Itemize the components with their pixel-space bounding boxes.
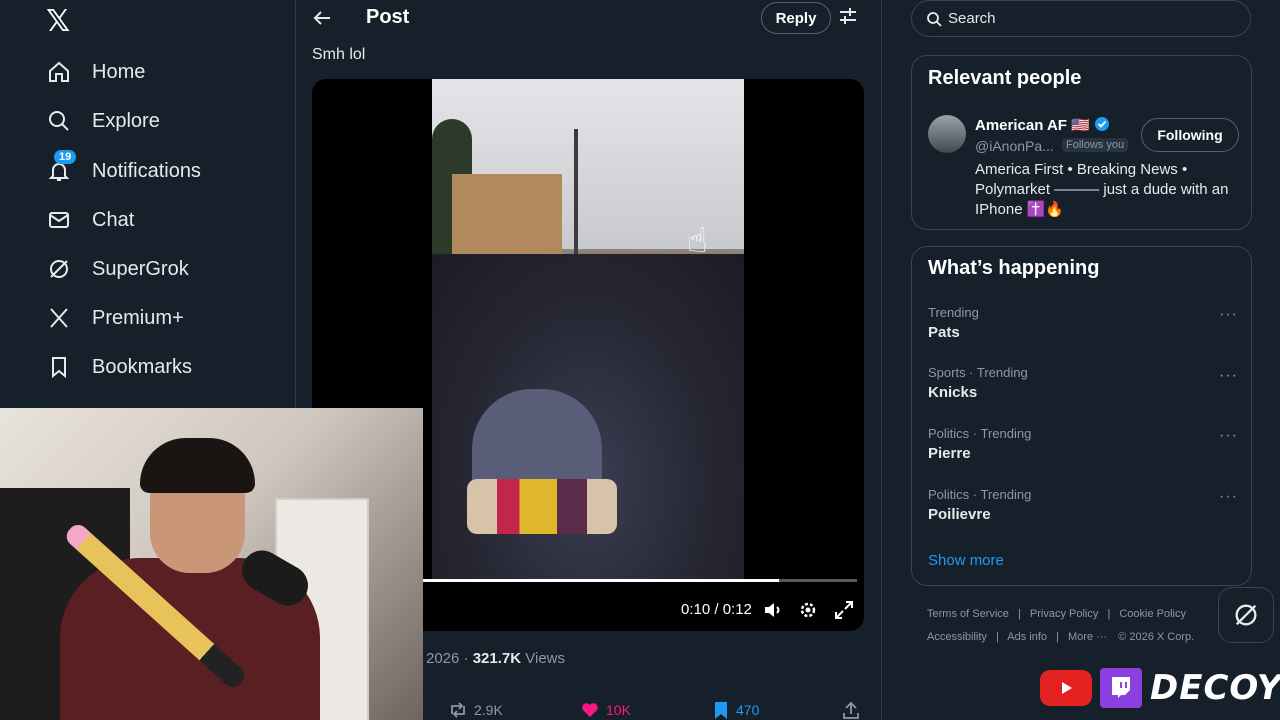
- more-options-icon[interactable]: ···: [1219, 427, 1238, 445]
- heart-icon: [582, 703, 598, 717]
- nav-home[interactable]: Home: [46, 52, 145, 92]
- nav-chat[interactable]: Chat: [46, 200, 134, 240]
- stream-branding: DECOY: [1040, 666, 1280, 710]
- reply-button[interactable]: Reply: [761, 2, 831, 34]
- more-options-icon[interactable]: ···: [1219, 367, 1238, 385]
- copyright: © 2026 X Corp.: [1118, 631, 1195, 643]
- nav-explore[interactable]: Explore: [46, 101, 160, 141]
- bookmark-button[interactable]: 470: [712, 700, 759, 720]
- trend-category: Sports · Trending: [928, 365, 1028, 380]
- trend-name[interactable]: Knicks: [928, 384, 977, 401]
- x-logo[interactable]: 𝕏: [46, 4, 74, 38]
- youtube-logo-icon: [1040, 670, 1092, 706]
- settings-gear-icon[interactable]: [797, 599, 819, 621]
- post-text: Smh lol: [312, 46, 366, 63]
- verified-badge-icon: [1095, 117, 1109, 131]
- filter-icon[interactable]: [838, 6, 858, 26]
- footer-links: Accessibility | Ads info | More ··· © 20…: [927, 631, 1195, 643]
- retweet-button[interactable]: 2.9K: [448, 700, 503, 720]
- trend-name[interactable]: Pierre: [928, 445, 971, 462]
- bookmark-count: 470: [736, 702, 760, 718]
- video-building: [452, 174, 562, 264]
- share-button[interactable]: [842, 700, 866, 720]
- views-label: Views: [525, 650, 566, 667]
- nav-label: Notifications: [92, 159, 201, 182]
- back-arrow-icon[interactable]: [310, 6, 334, 30]
- share-icon: [843, 701, 859, 719]
- nav-notifications[interactable]: 19 Notifications: [46, 150, 201, 191]
- video-pole: [574, 129, 578, 269]
- show-more-link[interactable]: Show more: [928, 552, 1004, 569]
- profile-name[interactable]: American AF 🇺🇸: [975, 116, 1110, 134]
- footer-link[interactable]: Ads info: [1007, 631, 1047, 643]
- retweet-count: 2.9K: [474, 702, 503, 718]
- whats-happening-card: [911, 246, 1252, 586]
- video-scarf: [467, 479, 617, 534]
- nav-label: Home: [92, 60, 146, 83]
- trend-category: Politics · Trending: [928, 426, 1032, 441]
- nav-premium[interactable]: Premium+: [46, 298, 184, 338]
- footer-link[interactable]: Cookie Policy: [1119, 608, 1186, 620]
- footer-link[interactable]: More ···: [1068, 631, 1107, 643]
- video-progress-fill: [422, 579, 779, 582]
- video-frame[interactable]: ☝: [432, 79, 744, 579]
- like-button[interactable]: 10K: [580, 700, 631, 720]
- x-icon: [46, 305, 72, 331]
- like-count: 10K: [606, 702, 631, 718]
- footer-link[interactable]: Privacy Policy: [1030, 608, 1098, 620]
- more-options-icon[interactable]: ···: [1219, 306, 1238, 324]
- nav-label: Bookmarks: [92, 355, 193, 378]
- nav-label: Premium+: [92, 306, 184, 329]
- brand-name: DECOY: [1150, 668, 1280, 708]
- footer-links: Terms of Service | Privacy Policy | Cook…: [927, 608, 1186, 620]
- video-progress-bar[interactable]: [422, 579, 857, 582]
- notification-badge: 19: [54, 150, 77, 164]
- mail-icon: [46, 207, 72, 233]
- avatar[interactable]: [928, 115, 966, 153]
- whats-happening-title: What’s happening: [928, 257, 1100, 279]
- volume-icon[interactable]: [762, 599, 784, 621]
- post-meta: 2026 · 321.7K Views: [426, 650, 565, 667]
- profile-bio: America First • Breaking News • Polymark…: [975, 161, 1229, 218]
- search-icon: [46, 108, 72, 134]
- nav-supergrok[interactable]: SuperGrok: [46, 249, 189, 289]
- page-title: Post: [366, 6, 410, 28]
- nav-bookmarks[interactable]: Bookmarks: [46, 347, 192, 387]
- video-time: 0:10 / 0:12: [681, 601, 752, 618]
- cam-hair: [140, 438, 255, 493]
- trend-category: Trending: [928, 305, 979, 320]
- following-button[interactable]: Following: [1141, 118, 1239, 152]
- grok-icon: [1235, 604, 1257, 626]
- views-count: 321.7K: [472, 650, 522, 667]
- profile-handle: @iAnonPa...: [975, 138, 1054, 154]
- home-icon: [46, 59, 72, 85]
- nav-label: SuperGrok: [92, 257, 189, 280]
- footer-link[interactable]: Terms of Service: [927, 608, 1009, 620]
- search-input[interactable]: Search: [911, 0, 1251, 37]
- nav-label: Chat: [92, 208, 135, 231]
- nav-label: Explore: [92, 109, 160, 132]
- trend-name[interactable]: Poilievre: [928, 506, 991, 523]
- footer-link[interactable]: Accessibility: [927, 631, 987, 643]
- grok-icon: [46, 256, 72, 282]
- bell-icon: 19: [46, 150, 77, 184]
- bookmark-filled-icon: [715, 702, 727, 719]
- search-icon: [927, 11, 942, 27]
- more-options-icon[interactable]: ···: [1219, 488, 1238, 506]
- twitch-logo-icon: [1100, 668, 1142, 708]
- search-placeholder: Search: [948, 10, 996, 27]
- bookmark-icon: [46, 354, 72, 380]
- trend-category: Politics · Trending: [928, 487, 1032, 502]
- relevant-title: Relevant people: [928, 67, 1082, 89]
- trend-name[interactable]: Pats: [928, 324, 960, 341]
- fullscreen-icon[interactable]: [833, 599, 855, 621]
- hand-cursor-icon: ☝: [687, 222, 708, 260]
- grok-button[interactable]: [1218, 587, 1274, 643]
- webcam-overlay: [0, 408, 423, 720]
- post-date: 2026 ·: [426, 650, 469, 667]
- follows-you-badge: Follows you: [1062, 138, 1129, 152]
- retweet-icon: [451, 702, 465, 718]
